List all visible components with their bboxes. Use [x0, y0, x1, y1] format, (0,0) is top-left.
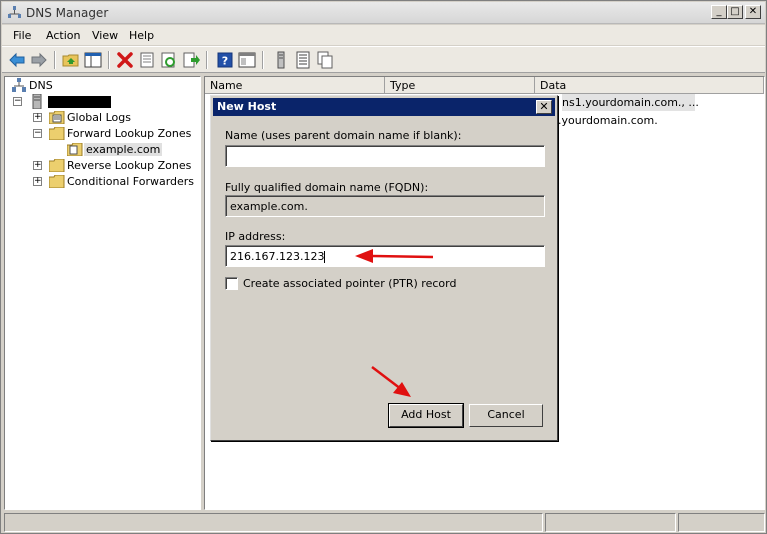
text-cursor: [324, 251, 326, 263]
list-icon[interactable]: [294, 51, 312, 69]
cancel-button[interactable]: Cancel: [469, 404, 543, 427]
dialog-close-button[interactable]: ✕: [536, 100, 552, 114]
svg-text:?: ?: [222, 55, 228, 68]
export-list-icon[interactable]: [182, 51, 200, 69]
forward-icon[interactable]: [30, 51, 48, 69]
maximize-button[interactable]: □: [727, 5, 743, 19]
dns-app-icon: [8, 6, 21, 18]
console-tree: DNS − + Global Logs − Forward Lookup Zon…: [4, 76, 201, 510]
tree-item-label: Global Logs: [67, 111, 131, 124]
menu-view[interactable]: View: [92, 29, 118, 42]
minimize-button[interactable]: _: [711, 5, 727, 19]
column-header-data[interactable]: Data: [535, 77, 764, 94]
fqdn-field: example.com.: [225, 195, 545, 217]
console-icon[interactable]: [238, 51, 256, 69]
status-segment: [545, 513, 676, 532]
tree-item-example-com[interactable]: example.com: [63, 142, 193, 158]
title-bar: DNS Manager _ □ ✕: [2, 2, 765, 24]
add-host-button[interactable]: Add Host: [388, 403, 464, 428]
dns-tree-icon: [12, 78, 26, 92]
expand-icon[interactable]: +: [33, 113, 42, 122]
column-header-name[interactable]: Name: [205, 77, 385, 94]
toolbar: ?: [2, 46, 765, 73]
menu-action[interactable]: Action: [46, 29, 80, 42]
zone-icon: [67, 143, 83, 156]
record-data-cell: .yourdomain.com.: [558, 114, 658, 127]
toolbar-separator: [108, 51, 110, 69]
tree-item-global-logs[interactable]: + Global Logs: [29, 110, 199, 126]
column-header-type[interactable]: Type: [385, 77, 535, 94]
folder-icon: [49, 175, 65, 188]
record-data-cell: ns1.yourdomain.com., ...: [562, 96, 699, 109]
expand-icon[interactable]: +: [33, 161, 42, 170]
copy-icon[interactable]: [316, 51, 334, 69]
ip-address-input[interactable]: 216.167.123.123: [225, 245, 545, 267]
close-window-button[interactable]: ✕: [745, 5, 761, 19]
name-input[interactable]: [225, 145, 545, 167]
toolbar-separator: [54, 51, 56, 69]
ptr-record-checkbox[interactable]: [225, 277, 238, 290]
dialog-title-bar: New Host ✕: [213, 98, 555, 116]
toolbar-separator: [206, 51, 208, 69]
dialog-title: New Host: [217, 100, 277, 113]
up-folder-icon[interactable]: [62, 51, 80, 69]
status-bar: [4, 513, 765, 532]
folder-icon: [49, 127, 65, 140]
tree-item-label: Forward Lookup Zones: [67, 127, 192, 140]
tree-item-dns[interactable]: DNS: [9, 78, 189, 94]
status-segment: [4, 513, 543, 532]
tree-item-forward-lookup-zones[interactable]: − Forward Lookup Zones: [29, 126, 199, 142]
log-folder-icon: [49, 111, 65, 124]
ip-address-value: 216.167.123.123: [230, 250, 325, 263]
tree-item-conditional-forwarders[interactable]: + Conditional Forwarders: [29, 174, 199, 190]
delete-icon[interactable]: [116, 51, 134, 69]
properties-icon[interactable]: [138, 51, 156, 69]
expand-icon[interactable]: +: [33, 177, 42, 186]
refresh-icon[interactable]: [160, 51, 178, 69]
dns-manager-window: DNS Manager _ □ ✕ File Action View Help: [0, 0, 767, 534]
tree-item-server[interactable]: −: [9, 94, 189, 110]
tree-root-label: DNS: [29, 79, 53, 92]
ptr-record-label[interactable]: Create associated pointer (PTR) record: [243, 277, 456, 290]
redacted-server-name: [48, 96, 111, 108]
collapse-icon[interactable]: −: [33, 129, 42, 138]
window-title: DNS Manager: [26, 6, 109, 20]
tree-item-label: Conditional Forwarders: [67, 175, 195, 188]
fqdn-label: Fully qualified domain name (FQDN):: [225, 181, 429, 194]
menu-file[interactable]: File: [13, 29, 31, 42]
show-hide-tree-icon[interactable]: [84, 51, 102, 69]
status-segment: [678, 513, 765, 532]
name-label: Name (uses parent domain name if blank):: [225, 129, 462, 142]
collapse-icon[interactable]: −: [13, 97, 22, 106]
new-record-icon[interactable]: [272, 51, 290, 69]
toolbar-separator: [262, 51, 264, 69]
folder-icon: [49, 159, 65, 172]
server-icon: [32, 94, 42, 109]
help-icon[interactable]: ?: [216, 51, 234, 69]
menu-help[interactable]: Help: [129, 29, 154, 42]
ip-address-label: IP address:: [225, 230, 286, 243]
back-icon[interactable]: [8, 51, 26, 69]
tree-item-reverse-lookup-zones[interactable]: + Reverse Lookup Zones: [29, 158, 199, 174]
tree-item-label: Reverse Lookup Zones: [67, 159, 192, 172]
new-host-dialog: New Host ✕ Name (uses parent domain name…: [210, 95, 558, 441]
tree-item-label: example.com: [84, 143, 163, 156]
menu-bar: File Action View Help: [2, 25, 765, 45]
